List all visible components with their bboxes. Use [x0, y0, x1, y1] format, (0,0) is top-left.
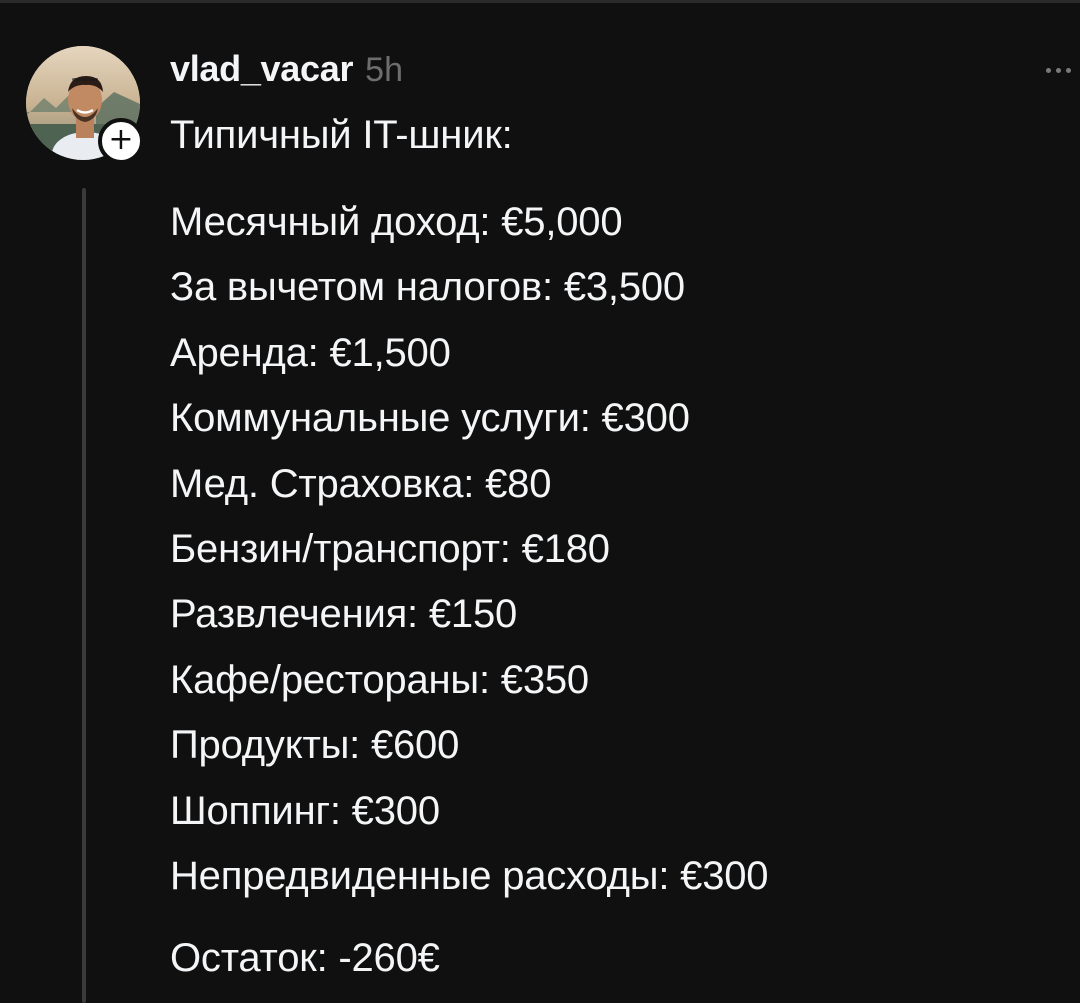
- budget-line: Развлечения: €150: [170, 592, 518, 637]
- budget-line: Кафе/рестораны: €350: [170, 657, 589, 702]
- budget-line: За вычетом налогов: €3,500: [170, 265, 685, 310]
- budget-line: Шоппинг: €300: [170, 788, 440, 833]
- budget-line: Коммунальные услуги: €300: [170, 396, 690, 441]
- budget-line: Мед. Страховка: €80: [170, 461, 552, 506]
- more-options-button[interactable]: [1038, 58, 1078, 82]
- budget-line: Аренда: €1,500: [170, 330, 451, 375]
- more-horizontal-icon: [1045, 67, 1071, 73]
- post-intro-text: Типичный IT-шник:: [170, 113, 513, 157]
- remainder-line: Остаток: -260€: [170, 936, 440, 980]
- username[interactable]: vlad_vacar: [170, 48, 353, 90]
- budget-line: Продукты: €600: [170, 723, 460, 768]
- budget-line: Месячный доход: €5,000: [170, 200, 623, 244]
- post-header: vlad_vacar 5h: [170, 48, 403, 96]
- budget-line: Бензин/транспорт: €180: [170, 526, 610, 571]
- budget-line: Непредвиденные расходы: €300: [170, 853, 769, 898]
- timestamp: 5h: [365, 51, 403, 89]
- avatar-container: +: [26, 46, 144, 164]
- follow-button[interactable]: +: [98, 118, 144, 164]
- budget-list: Месячный доход: €5,000 За вычетом налого…: [170, 200, 769, 921]
- thread-line: [82, 188, 86, 1003]
- thread-post: + vlad_vacar 5h Типичный IT-шник: Месячн…: [0, 0, 1080, 1003]
- plus-icon: +: [108, 122, 134, 157]
